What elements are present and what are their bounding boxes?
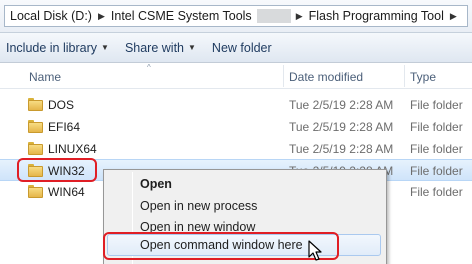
breadcrumb-separator-icon[interactable]: ▶	[447, 11, 460, 22]
new-folder-label: New folder	[211, 40, 272, 55]
file-type: File folder	[410, 164, 463, 178]
breadcrumb-intel-csme[interactable]: Intel CSME System Tools	[108, 9, 255, 23]
column-header-date-modified[interactable]: Date modified	[289, 70, 363, 84]
file-date: Tue 2/5/19 2:28 AM	[289, 98, 394, 112]
include-in-library-label: Include in library	[6, 40, 98, 55]
folder-icon	[28, 98, 43, 111]
share-with-label: Share with	[124, 40, 184, 55]
share-with-button[interactable]: Share with ▼	[125, 41, 196, 55]
include-in-library-button[interactable]: Include in library ▼	[6, 41, 109, 55]
folder-icon	[28, 185, 43, 198]
annotation-highlight-win32	[17, 158, 97, 182]
file-type: File folder	[410, 120, 463, 134]
mouse-cursor-icon	[308, 240, 322, 261]
command-toolbar: Include in library ▼ Share with ▼ New fo…	[0, 33, 472, 63]
file-name: DOS	[48, 98, 75, 112]
file-date: Tue 2/5/19 2:28 AM	[289, 120, 394, 134]
breadcrumb-local-disk[interactable]: Local Disk (D:)	[7, 9, 95, 23]
menu-item-open-new-process[interactable]: Open in new process	[140, 199, 257, 213]
redacted-text	[256, 9, 291, 23]
file-row-efi64[interactable]: EFI64 Tue 2/5/19 2:28 AM File folder	[0, 116, 472, 138]
column-divider[interactable]	[283, 65, 284, 87]
file-row-dos[interactable]: DOS Tue 2/5/19 2:28 AM File folder	[0, 94, 472, 116]
file-row-linux64[interactable]: LINUX64 Tue 2/5/19 2:28 AM File folder	[0, 138, 472, 160]
annotation-highlight-command-window	[103, 232, 339, 260]
chevron-down-icon: ▼	[188, 43, 196, 52]
sort-arrow-icon: ^	[147, 63, 151, 72]
address-bar[interactable]: Local Disk (D:) ▶ Intel CSME System Tool…	[0, 0, 472, 33]
chevron-down-icon: ▼	[101, 43, 109, 52]
column-headers: ^ Name Date modified Type	[0, 63, 472, 89]
menu-item-open[interactable]: Open	[140, 177, 172, 191]
file-date: Tue 2/5/19 2:28 AM	[289, 142, 394, 156]
breadcrumb[interactable]: Local Disk (D:) ▶ Intel CSME System Tool…	[4, 5, 468, 27]
folder-icon	[28, 142, 43, 155]
new-folder-button[interactable]: New folder	[212, 41, 272, 55]
column-header-name[interactable]: Name	[29, 70, 61, 84]
file-name: LINUX64	[48, 142, 97, 156]
column-divider[interactable]	[404, 65, 405, 87]
file-name: EFI64	[48, 120, 81, 134]
folder-icon	[28, 120, 43, 133]
breadcrumb-separator-icon[interactable]: ▶	[293, 11, 306, 22]
column-header-type[interactable]: Type	[410, 70, 436, 84]
breadcrumb-flash-programming-tool[interactable]: Flash Programming Tool	[306, 9, 447, 23]
file-type: File folder	[410, 98, 463, 112]
file-type: File folder	[410, 142, 463, 156]
file-name: WIN64	[48, 185, 85, 199]
file-type: File folder	[410, 185, 463, 199]
breadcrumb-separator-icon[interactable]: ▶	[95, 11, 108, 22]
